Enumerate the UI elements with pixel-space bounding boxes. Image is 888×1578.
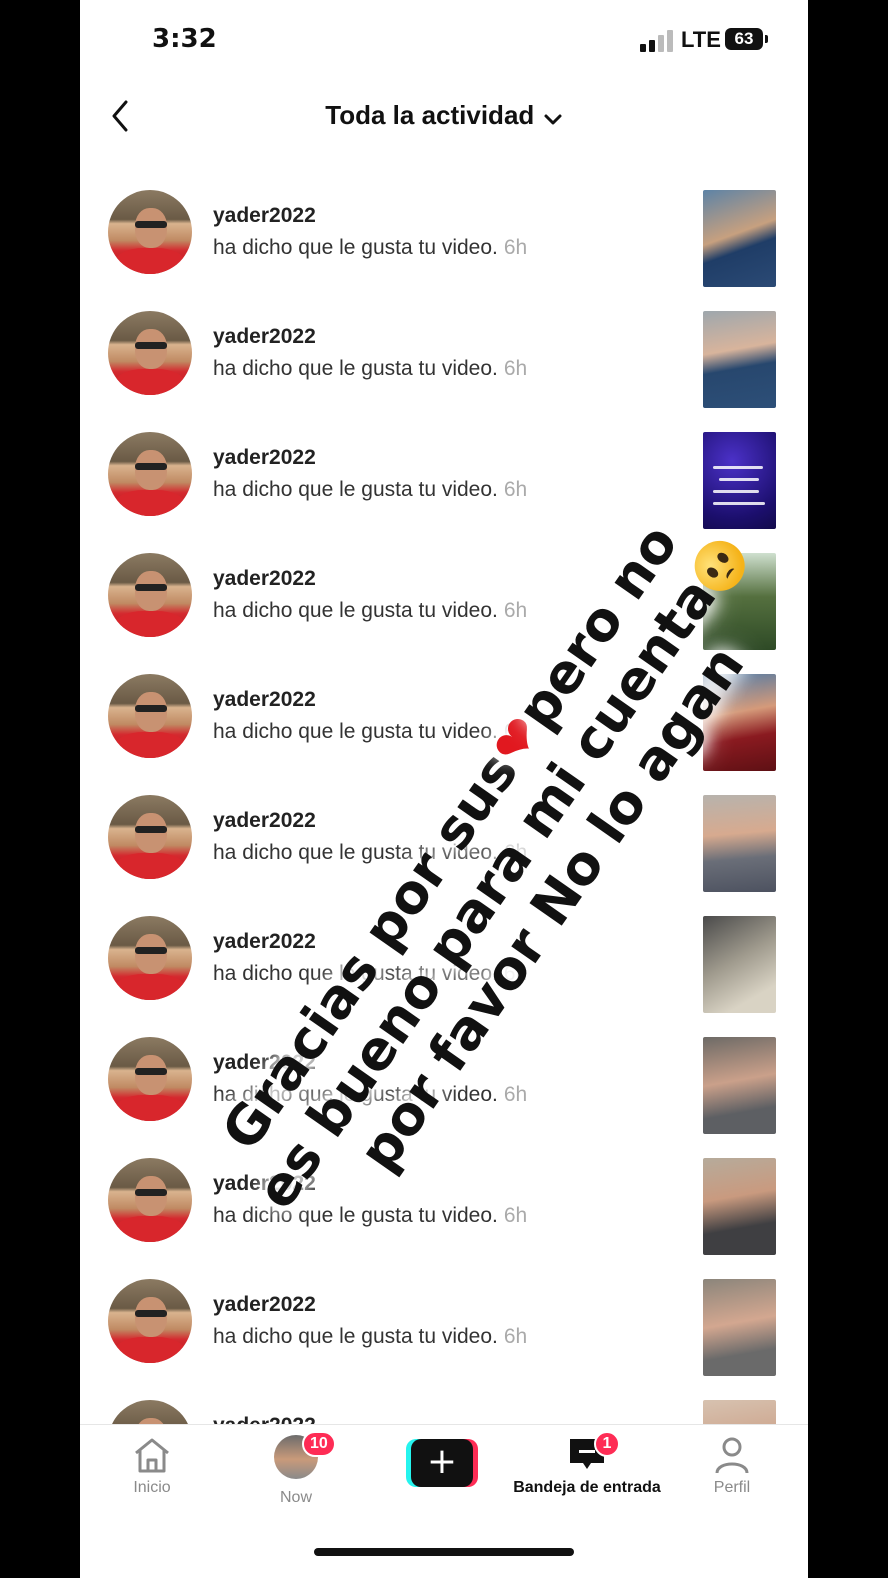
notification-text: ha dicho que le gusta tu video. 6h bbox=[213, 1204, 528, 1227]
timestamp: 6h bbox=[503, 236, 528, 259]
video-thumbnail[interactable] bbox=[703, 1400, 776, 1424]
notification-text: ha dicho que le gusta tu video. 6h bbox=[213, 841, 528, 864]
avatar[interactable] bbox=[108, 1158, 192, 1242]
tab-profile[interactable]: Perfil bbox=[672, 1435, 792, 1497]
timestamp: 6h bbox=[503, 357, 528, 380]
tab-inbox-label: Bandeja de entrada bbox=[513, 1479, 661, 1496]
profile-icon bbox=[715, 1437, 749, 1474]
now-badge: 10 bbox=[302, 1431, 336, 1457]
username[interactable]: yader2022 bbox=[213, 567, 316, 591]
notification-text: ha dicho que le gusta tu video. 6h bbox=[213, 1325, 528, 1348]
notification-text: ha dicho que le gusta tu video. 6h bbox=[213, 962, 528, 985]
activity-filter[interactable]: Toda la actividad bbox=[80, 100, 808, 131]
avatar[interactable] bbox=[108, 1279, 192, 1363]
list-item[interactable]: yader2022 ha dicho que le gusta tu video… bbox=[80, 394, 808, 529]
list-item[interactable]: yader2022 ha dicho que le gusta tu video… bbox=[80, 636, 808, 771]
avatar[interactable] bbox=[108, 311, 192, 395]
timestamp: 6h bbox=[503, 478, 528, 501]
notification-text: ha dicho que le gusta tu video. 6h bbox=[213, 1083, 528, 1106]
timestamp: 6h bbox=[503, 1325, 528, 1348]
list-item[interactable]: yader2022 ha dicho que le gusta tu video… bbox=[80, 878, 808, 1013]
avatar[interactable] bbox=[108, 553, 192, 637]
signal-icon bbox=[640, 30, 674, 52]
username[interactable]: yader2022 bbox=[213, 1172, 316, 1196]
tab-now[interactable]: Now 10 bbox=[236, 1431, 356, 1507]
timestamp: 6h bbox=[503, 841, 528, 864]
tab-inbox[interactable]: Bandeja de entrada 1 bbox=[512, 1431, 662, 1497]
battery-tip bbox=[765, 35, 768, 43]
avatar[interactable] bbox=[108, 795, 192, 879]
home-icon bbox=[135, 1438, 169, 1473]
home-indicator bbox=[314, 1548, 574, 1556]
username[interactable]: yader2022 bbox=[213, 809, 316, 833]
battery-icon: 63 bbox=[725, 28, 763, 50]
tab-now-label: Now bbox=[279, 1489, 312, 1506]
list-item[interactable]: yader2022 bbox=[80, 1362, 808, 1424]
list-item[interactable]: yader2022 ha dicho que le gusta tu video… bbox=[80, 152, 808, 287]
list-item[interactable]: yader2022 ha dicho que le gusta tu video… bbox=[80, 273, 808, 408]
inbox-badge: 1 bbox=[594, 1431, 620, 1457]
header: Toda la actividad bbox=[80, 80, 808, 152]
username[interactable]: yader2022 bbox=[213, 325, 316, 349]
avatar[interactable] bbox=[108, 432, 192, 516]
tab-home-label: Inicio bbox=[133, 1479, 171, 1496]
username[interactable]: yader2022 bbox=[213, 1293, 316, 1317]
status-time: 3:32 bbox=[152, 24, 217, 54]
avatar[interactable] bbox=[108, 1400, 192, 1424]
notification-text: ha dicho que le gusta tu video. 6h bbox=[213, 357, 528, 380]
avatar[interactable] bbox=[108, 190, 192, 274]
list-item[interactable]: yader2022 ha dicho que le gusta tu video… bbox=[80, 1120, 808, 1255]
avatar[interactable] bbox=[108, 1037, 192, 1121]
username[interactable]: yader2022 bbox=[213, 1051, 316, 1075]
timestamp: 6h bbox=[503, 599, 528, 622]
timestamp: 6h bbox=[503, 962, 528, 985]
notification-text: ha dicho que le gusta tu video. 6h bbox=[213, 599, 528, 622]
username[interactable]: yader2022 bbox=[213, 204, 316, 228]
list-item[interactable]: yader2022 ha dicho que le gusta tu video… bbox=[80, 999, 808, 1134]
username[interactable]: yader2022 bbox=[213, 930, 316, 954]
username[interactable]: yader2022 bbox=[213, 1414, 316, 1424]
plus-icon: + bbox=[411, 1439, 473, 1487]
screen: 3:32 LTE 63 Toda la actividad yader2022 … bbox=[80, 0, 808, 1578]
notification-text: ha dicho que le gusta tu video. 6h bbox=[213, 720, 528, 743]
page-title: Toda la actividad bbox=[325, 100, 535, 130]
tab-profile-label: Perfil bbox=[713, 1479, 751, 1496]
avatar[interactable] bbox=[108, 674, 192, 758]
tab-home[interactable]: Inicio bbox=[92, 1435, 212, 1497]
activity-list[interactable]: yader2022 ha dicho que le gusta tu video… bbox=[80, 152, 808, 1424]
list-item[interactable]: yader2022 ha dicho que le gusta tu video… bbox=[80, 1241, 808, 1376]
username[interactable]: yader2022 bbox=[213, 688, 316, 712]
status-bar: 3:32 LTE 63 bbox=[80, 0, 808, 80]
timestamp: 6h bbox=[503, 1083, 528, 1106]
username[interactable]: yader2022 bbox=[213, 446, 316, 470]
notification-text: ha dicho que le gusta tu video. 6h bbox=[213, 478, 528, 501]
list-item[interactable]: yader2022 ha dicho que le gusta tu video… bbox=[80, 757, 808, 892]
avatar[interactable] bbox=[108, 916, 192, 1000]
notification-text: ha dicho que le gusta tu video. 6h bbox=[213, 236, 528, 259]
chevron-down-icon bbox=[544, 114, 562, 125]
list-item[interactable]: yader2022 ha dicho que le gusta tu video… bbox=[80, 515, 808, 650]
create-button[interactable]: + bbox=[406, 1439, 478, 1487]
timestamp: 6h bbox=[503, 1204, 528, 1227]
network-type: LTE bbox=[681, 27, 721, 52]
timestamp: 6h bbox=[503, 720, 528, 743]
